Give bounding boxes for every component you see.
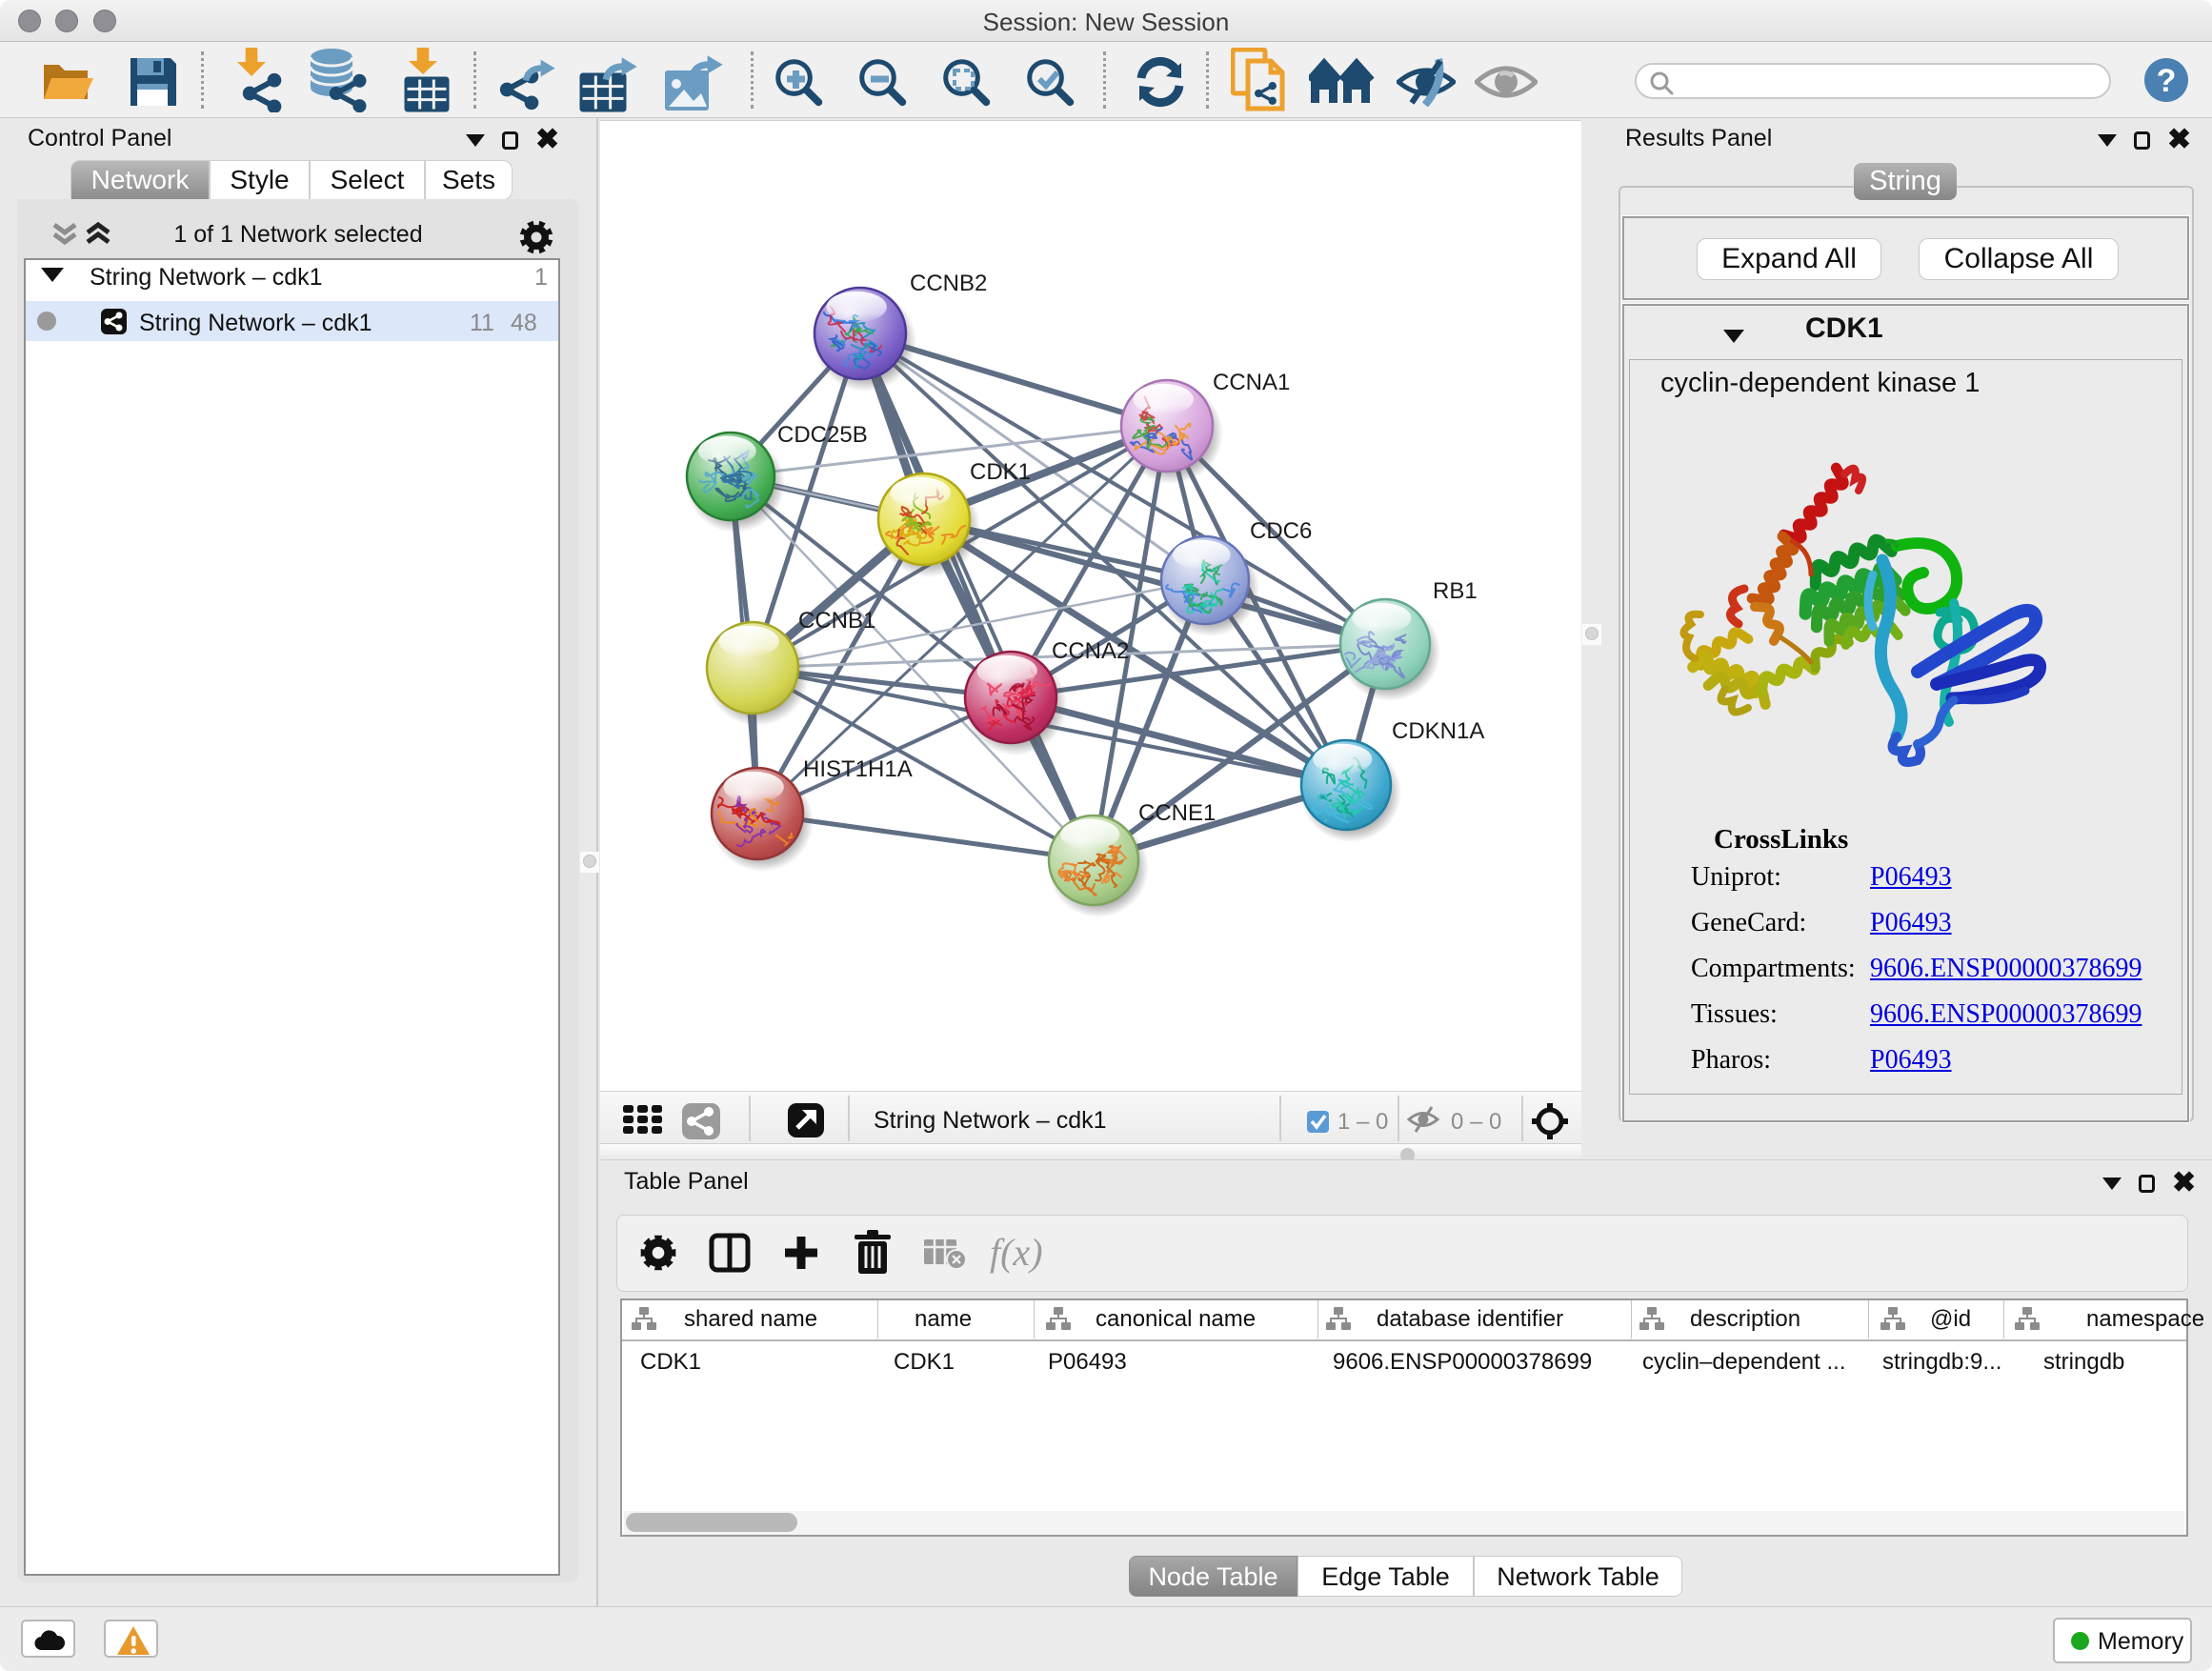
svg-text:CCNB2: CCNB2	[910, 271, 987, 296]
svg-text:CDC25B: CDC25B	[777, 422, 868, 448]
svg-text:?: ?	[2157, 63, 2177, 99]
svg-text:String Network – cdk1: String Network – cdk1	[874, 1107, 1107, 1134]
svg-text:CDC6: CDC6	[1250, 518, 1312, 544]
svg-text:f(x): f(x)	[990, 1231, 1043, 1274]
svg-text:0 – 0: 0 – 0	[1451, 1109, 1501, 1135]
svg-text:CCNB1: CCNB1	[798, 608, 875, 634]
svg-text:CCNA1: CCNA1	[1213, 370, 1290, 395]
svg-text:CDKN1A: CDKN1A	[1392, 718, 1484, 744]
svg-text:1 – 0: 1 – 0	[1337, 1109, 1388, 1135]
svg-text:RB1: RB1	[1433, 578, 1478, 604]
svg-text:CCNE1: CCNE1	[1138, 800, 1216, 826]
svg-text:HIST1H1A: HIST1H1A	[803, 756, 913, 782]
svg-text:CCNA2: CCNA2	[1052, 638, 1129, 664]
svg-text:CDK1: CDK1	[970, 459, 1031, 485]
